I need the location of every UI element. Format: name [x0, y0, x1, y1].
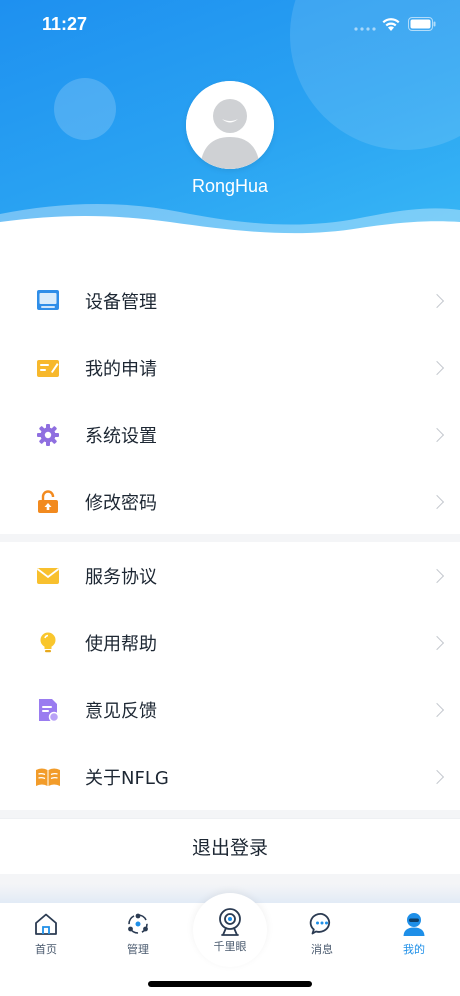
tab-messages[interactable]: 消息 — [276, 911, 368, 959]
menu-group-account: 设备管理 我的申请 系统设置 修改密码 — [0, 250, 460, 534]
username: RongHua — [191, 176, 269, 196]
manage-icon — [128, 913, 148, 934]
book-icon — [34, 763, 62, 791]
camera-icon — [219, 908, 241, 936]
menu-item-label: 服务协议 — [85, 566, 157, 588]
tab-home[interactable]: 首页 — [0, 911, 92, 959]
home-icon — [35, 913, 57, 935]
message-icon — [309, 913, 331, 935]
menu-item-change-password[interactable]: 修改密码 — [0, 468, 460, 535]
logout-button[interactable]: 退出登录 — [0, 818, 460, 874]
menu-item-about[interactable]: 关于NFLG — [0, 743, 460, 810]
menu-item-label: 系统设置 — [85, 425, 157, 447]
tab-mine[interactable]: 我的 — [368, 911, 460, 959]
chevron-right-icon — [429, 427, 445, 442]
header-wave — [0, 203, 460, 250]
signal-dots-icon — [354, 27, 376, 31]
tab-label: 首页 — [35, 943, 57, 956]
menu-item-label: 使用帮助 — [85, 633, 157, 655]
application-card-icon — [34, 354, 62, 382]
decorative-bubble-small — [54, 78, 116, 140]
chevron-right-icon — [429, 293, 445, 308]
default-avatar-icon — [186, 81, 274, 169]
envelope-icon — [34, 562, 62, 590]
menu-item-device-management[interactable]: 设备管理 — [0, 267, 460, 334]
battery-icon — [408, 17, 436, 31]
feedback-document-icon — [34, 696, 62, 724]
tab-label: 我的 — [403, 943, 425, 956]
menu-item-label: 修改密码 — [85, 492, 157, 514]
menu-item-label: 关于NFLG — [85, 767, 169, 789]
chevron-right-icon — [429, 494, 445, 509]
menu-item-help[interactable]: 使用帮助 — [0, 609, 460, 676]
menu-item-label: 我的申请 — [85, 358, 157, 380]
avatar[interactable] — [186, 81, 274, 169]
device-monitor-icon — [34, 287, 62, 315]
tab-camera[interactable]: 千里眼 — [193, 893, 267, 967]
menu-item-feedback[interactable]: 意见反馈 — [0, 676, 460, 743]
wifi-icon — [382, 18, 400, 31]
chevron-right-icon — [429, 568, 445, 583]
lightbulb-icon — [34, 629, 62, 657]
menu-item-label: 设备管理 — [85, 291, 157, 313]
home-indicator — [148, 981, 312, 987]
chevron-right-icon — [429, 635, 445, 650]
tab-label: 消息 — [311, 943, 333, 956]
menu-item-system-settings[interactable]: 系统设置 — [0, 401, 460, 468]
tab-manage[interactable]: 管理 — [92, 911, 184, 959]
status-bar: 11:27 — [0, 0, 460, 50]
profile-icon — [403, 913, 425, 936]
chevron-right-icon — [429, 360, 445, 375]
menu-item-service-agreement[interactable]: 服务协议 — [0, 542, 460, 609]
status-time: 11:27 — [42, 14, 88, 34]
chevron-right-icon — [429, 702, 445, 717]
chevron-right-icon — [429, 769, 445, 784]
menu-group-info: 服务协议 使用帮助 意见反馈 关于NFLG — [0, 542, 460, 810]
menu-item-my-applications[interactable]: 我的申请 — [0, 334, 460, 401]
lock-icon — [34, 488, 62, 516]
tab-label: 千里眼 — [213, 940, 247, 953]
menu-item-label: 意见反馈 — [85, 700, 157, 722]
tab-label: 管理 — [127, 943, 149, 956]
settings-gear-icon — [34, 421, 62, 449]
